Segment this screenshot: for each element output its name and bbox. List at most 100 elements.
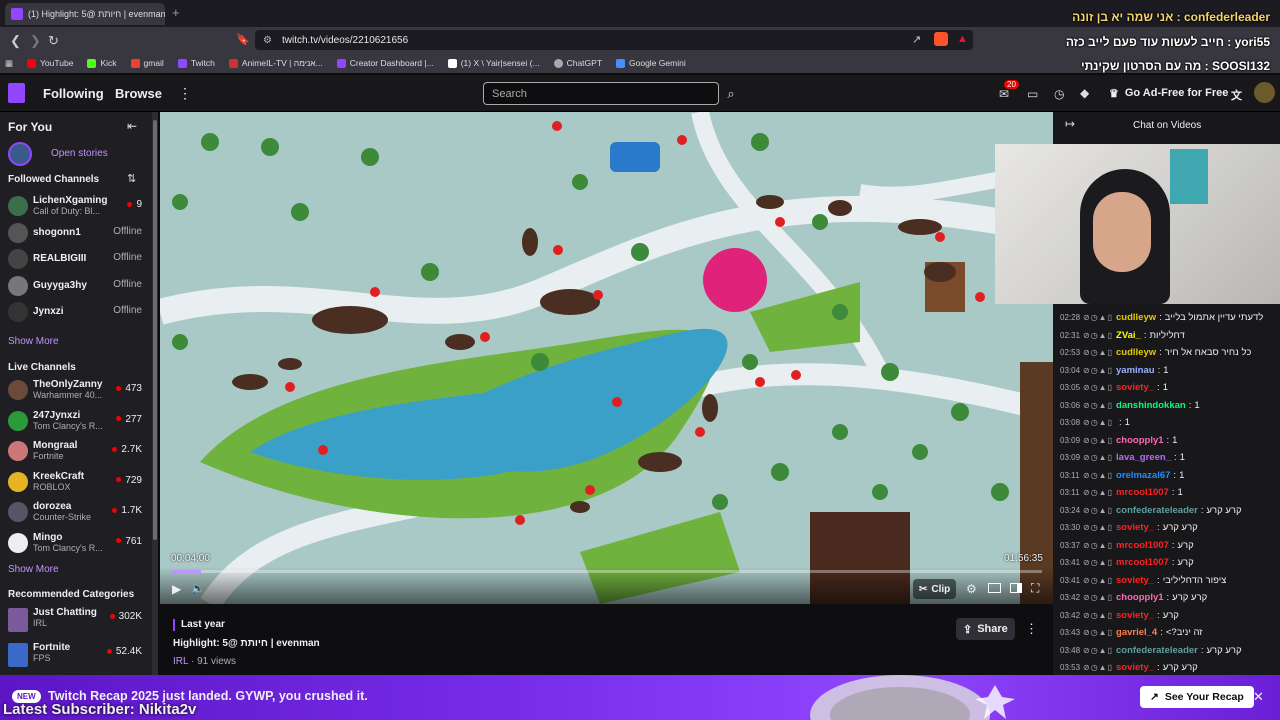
live-channel-item[interactable]: TheOnlyZanny Warhammer 40... 473 xyxy=(0,377,150,404)
play-icon[interactable]: ▶ xyxy=(172,582,181,596)
bookmark-x[interactable]: (1) X \ Yair|sensei (... xyxy=(447,58,540,68)
mod-actions-icon[interactable]: ⊘◷▲▯ xyxy=(1083,401,1113,410)
mod-actions-icon[interactable]: ⊘◷▲▯ xyxy=(1083,488,1113,497)
mod-actions-icon[interactable]: ⊘◷▲▯ xyxy=(1083,576,1113,585)
live-channel-item[interactable]: KreekCraft ROBLOX 729 xyxy=(0,469,150,496)
chat-message[interactable]: 03:48 ⊘◷▲▯ confederateleader: קרע קרע xyxy=(1060,642,1278,659)
bookmark-gemini[interactable]: Google Gemini xyxy=(616,58,686,68)
share-page-icon[interactable]: ↗ xyxy=(912,33,921,46)
bookmark-kick[interactable]: Kick xyxy=(87,58,117,68)
bookmark-twitch[interactable]: Twitch xyxy=(177,58,215,68)
open-stories-link[interactable]: Open stories xyxy=(51,148,108,159)
chat-message[interactable]: 03:09 ⊘◷▲▯ choopply1:1 xyxy=(1060,432,1278,449)
more-options-icon[interactable]: ⋮ xyxy=(1025,621,1038,637)
category-link[interactable]: IRL xyxy=(173,656,188,667)
brave-shield-icon[interactable] xyxy=(934,32,948,46)
show-more-live[interactable]: Show More xyxy=(8,564,59,575)
mod-actions-icon[interactable]: ⊘◷▲▯ xyxy=(1083,506,1113,515)
chat-message[interactable]: 03:53 ⊘◷▲▯ soviety_: קרע קרע xyxy=(1060,659,1278,676)
live-channel-item[interactable]: 247Jynxzi Tom Clancy's R... 277 xyxy=(0,408,150,435)
chat-username[interactable]: choopply1 xyxy=(1116,435,1164,446)
fullscreen-icon[interactable]: ⛶ xyxy=(1031,581,1039,596)
whispers-icon[interactable]: ▭ xyxy=(1027,87,1038,101)
nav-following[interactable]: Following xyxy=(43,86,104,101)
mod-actions-icon[interactable]: ⊘◷▲▯ xyxy=(1083,471,1113,480)
chat-username[interactable]: yaminau xyxy=(1116,365,1155,376)
chat-username[interactable]: cudlleyw xyxy=(1116,312,1156,323)
chat-message[interactable]: 02:53 ⊘◷▲▯ cudlleyw: כל נחיר סבאח אל חיר xyxy=(1060,344,1278,361)
mod-actions-icon[interactable]: ⊘◷▲▯ xyxy=(1083,523,1113,532)
live-channel-item[interactable]: Mingo Tom Clancy's R... 761 xyxy=(0,530,150,557)
forward-icon[interactable]: ❯ xyxy=(30,33,41,49)
search-input[interactable]: Search xyxy=(483,82,719,105)
chat-message[interactable]: 03:41 ⊘◷▲▯ mrcool1007: קרע xyxy=(1060,554,1278,571)
nav-browse[interactable]: Browse xyxy=(115,86,162,101)
bits-icon[interactable]: ◆ xyxy=(1080,86,1089,100)
notifications-icon[interactable]: ◷ xyxy=(1054,87,1064,101)
collapse-chat-icon[interactable]: ↦ xyxy=(1065,117,1075,131)
search-icon[interactable]: ⌕ xyxy=(720,82,742,105)
chat-message[interactable]: 03:24 ⊘◷▲▯ confederateleader: קרע קרע xyxy=(1060,502,1278,519)
brave-rewards-icon[interactable]: ▲ xyxy=(957,33,968,45)
chat-username[interactable]: choopply1 xyxy=(1116,592,1164,603)
browser-tab[interactable]: (1) Highlight: 5@ חיותת | evenman ✕ xyxy=(5,3,165,25)
bookmark-chatgpt[interactable]: ChatGPT xyxy=(553,58,602,68)
chat-username[interactable]: ZVai_ xyxy=(1116,330,1141,341)
sidebar-scroll-thumb[interactable] xyxy=(153,120,157,540)
followed-channel-item[interactable]: LichenXgaming Call of Duty: Bl... 9 xyxy=(0,193,150,220)
seek-bar[interactable] xyxy=(171,570,1042,573)
twitch-logo-icon[interactable] xyxy=(8,83,25,103)
chat-username[interactable]: soviety_ xyxy=(1116,662,1154,673)
mod-actions-icon[interactable]: ⊘◷▲▯ xyxy=(1083,383,1113,392)
sidebar-mode-icon[interactable] xyxy=(1010,583,1022,593)
more-menu-icon[interactable]: ⋮ xyxy=(178,85,192,102)
recommended-category-item[interactable]: Fortnite FPS 52.4K xyxy=(0,640,150,667)
chat-message[interactable]: 02:31 ⊘◷▲▯ ZVai_: דחליליות xyxy=(1060,327,1278,344)
followed-channel-item[interactable]: Jynxzi Offline xyxy=(0,299,150,326)
clip-button[interactable]: ✂ Clip xyxy=(913,579,957,599)
chat-username[interactable]: mrcool1007 xyxy=(1116,487,1169,498)
ad-free-button[interactable]: ♛ Go Ad-Free for Free xyxy=(1103,83,1234,103)
mod-actions-icon[interactable]: ⊘◷▲▯ xyxy=(1083,348,1113,357)
mod-actions-icon[interactable]: ⊘◷▲▯ xyxy=(1083,611,1113,620)
bookmark-animeil[interactable]: AnimeIL-TV | אנימה... xyxy=(228,58,323,68)
followed-channel-item[interactable]: REALBIGIII Offline xyxy=(0,246,150,273)
mod-actions-icon[interactable]: ⊘◷▲▯ xyxy=(1083,331,1113,340)
chat-username[interactable]: soviety_ xyxy=(1116,575,1154,586)
bookmark-icon[interactable]: 🔖 xyxy=(236,33,250,46)
chat-message[interactable]: 02:28 ⊘◷▲▯ cudlleyw: לדעתי עדיין אתמול בליי… xyxy=(1060,309,1278,326)
chat-username[interactable]: mrcool1007 xyxy=(1116,557,1169,568)
bookmark-youtube[interactable]: YouTube xyxy=(27,58,73,68)
reload-icon[interactable]: ↻ xyxy=(48,33,59,49)
chat-message[interactable]: 03:42 ⊘◷▲▯ soviety_: קרע xyxy=(1060,607,1278,624)
chat-username[interactable]: lava_green_ xyxy=(1116,452,1171,463)
mod-actions-icon[interactable]: ⊘◷▲▯ xyxy=(1083,558,1113,567)
apps-grid-icon[interactable]: ▦ xyxy=(5,58,13,69)
recommended-category-item[interactable]: Just Chatting IRL 302K xyxy=(0,605,150,632)
live-channel-item[interactable]: Mongraal Fortnite 2.7K xyxy=(0,438,150,465)
chat-username[interactable]: gavriel_4 xyxy=(1116,627,1157,638)
new-tab-icon[interactable]: + xyxy=(172,5,180,20)
chat-username[interactable]: soviety_ xyxy=(1116,522,1154,533)
mod-actions-icon[interactable]: ⊘◷▲▯ xyxy=(1083,453,1113,462)
chat-username[interactable]: soviety_ xyxy=(1116,610,1154,621)
chat-message[interactable]: 03:06 ⊘◷▲▯ danshindokkan:1 xyxy=(1060,397,1278,414)
live-channel-item[interactable]: dorozea Counter-Strike 1.7K xyxy=(0,499,150,526)
chat-message[interactable]: 03:11 ⊘◷▲▯ mrcool1007:1 xyxy=(1060,484,1278,501)
inbox-icon[interactable]: ✉ xyxy=(999,87,1009,101)
bookmark-gmail[interactable]: gmail xyxy=(130,58,164,68)
chat-message[interactable]: 03:11 ⊘◷▲▯ orelmazal67:1 xyxy=(1060,467,1278,484)
volume-icon[interactable]: 🔈 xyxy=(191,582,205,595)
address-bar[interactable]: ⚙ twitch.tv/videos/2210621656 xyxy=(255,30,973,50)
show-more-followed[interactable]: Show More xyxy=(8,336,59,347)
video-player[interactable] xyxy=(160,112,1053,604)
chat-username[interactable]: mrcool1007 xyxy=(1116,540,1169,551)
chat-message[interactable]: 03:41 ⊘◷▲▯ soviety_: ציפור הדחליליבי xyxy=(1060,572,1278,589)
back-icon[interactable]: ❮ xyxy=(10,33,21,49)
see-recap-button[interactable]: ↗ See Your Recap xyxy=(1140,686,1254,708)
chat-username[interactable]: danshindokkan xyxy=(1116,400,1186,411)
mod-actions-icon[interactable]: ⊘◷▲▯ xyxy=(1083,313,1113,322)
followed-channel-item[interactable]: shogonn1 Offline xyxy=(0,220,150,247)
chat-message[interactable]: 03:08 ⊘◷▲▯:1 xyxy=(1060,414,1278,431)
chat-message[interactable]: 03:37 ⊘◷▲▯ mrcool1007: קרע xyxy=(1060,537,1278,554)
